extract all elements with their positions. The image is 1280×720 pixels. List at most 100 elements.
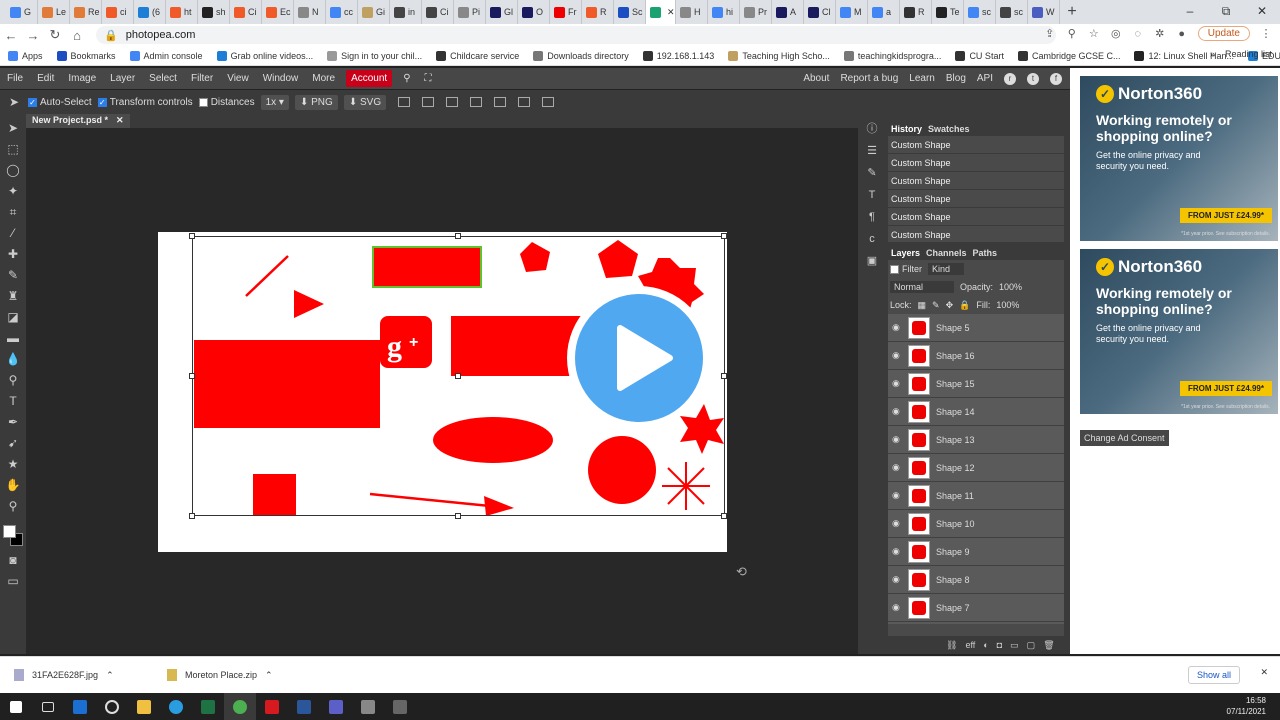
zoom-tool-icon[interactable]: ⚲ <box>5 498 21 514</box>
layer-row[interactable]: ◉ Shape 8 <box>888 566 1064 594</box>
blur-tool-icon[interactable]: 💧 <box>5 351 21 367</box>
browser-tab[interactable]: Te <box>932 0 964 24</box>
avatar[interactable]: ● <box>1176 28 1188 40</box>
tab-channels[interactable]: Channels <box>926 248 967 258</box>
layer-row[interactable]: ◉ Shape 7 <box>888 594 1064 622</box>
bookmark-item[interactable]: Bookmarks <box>56 50 116 61</box>
eye-icon[interactable]: ◉ <box>892 406 902 417</box>
norton-ad-2[interactable]: ✓ Norton360 Working remotely or shopping … <box>1080 249 1278 414</box>
extension-icon-2[interactable]: ◌ <box>1132 28 1144 40</box>
browser-tab[interactable]: Pr <box>740 0 772 24</box>
excel-icon[interactable] <box>192 693 224 720</box>
gradient-tool-icon[interactable]: ▬ <box>5 330 21 346</box>
move-tool-icon[interactable]: ➤ <box>5 120 21 136</box>
tab-paths[interactable]: Paths <box>973 248 998 258</box>
transform-handle[interactable] <box>189 233 195 239</box>
mask-icon[interactable]: ◘ <box>997 640 1002 651</box>
teams-icon[interactable] <box>320 693 352 720</box>
reload-icon[interactable]: ↻ <box>44 27 66 43</box>
layer-row[interactable]: ◉ Shape 9 <box>888 538 1064 566</box>
marquee-tool-icon[interactable]: ⬚ <box>5 141 21 157</box>
tab-swatches[interactable]: Swatches <box>928 124 970 134</box>
browser-tab[interactable]: a <box>868 0 900 24</box>
chrome-icon[interactable] <box>224 693 256 720</box>
forward-icon[interactable]: → <box>22 28 44 43</box>
browser-tab[interactable]: Re <box>70 0 102 24</box>
system-clock[interactable]: 16:58 07/11/2021 <box>1227 695 1266 717</box>
history-item[interactable]: Custom Shape <box>888 154 1064 172</box>
shape-tool-icon[interactable]: ★ <box>5 456 21 472</box>
fill-value[interactable]: 100% <box>996 300 1019 310</box>
browser-tab[interactable]: Ci <box>422 0 454 24</box>
norton-ad-1[interactable]: ✓ Norton360 Working remotely or shopping … <box>1080 76 1278 241</box>
eye-icon[interactable]: ◉ <box>892 490 902 501</box>
browser-tab[interactable]: hi <box>708 0 740 24</box>
restore-button[interactable]: ⧉ <box>1208 0 1244 24</box>
menu-item-edit[interactable]: Edit <box>30 68 61 89</box>
menu-item-filter[interactable]: Filter <box>184 68 220 89</box>
history-item[interactable]: Custom Shape <box>888 190 1064 208</box>
download-item[interactable]: 31FA2E628F.jpg ⌃ <box>14 669 139 681</box>
extension-icon[interactable]: ◎ <box>1110 28 1122 40</box>
bookmark-star-icon[interactable]: ☆ <box>1088 28 1100 40</box>
puzzle-icon[interactable]: ✲ <box>1154 28 1166 40</box>
windows-start-icon[interactable] <box>0 693 32 720</box>
transform-handle[interactable] <box>721 373 727 379</box>
browser-tab[interactable]: H <box>676 0 708 24</box>
dodge-tool-icon[interactable]: ⚲ <box>5 372 21 388</box>
layer-row[interactable]: ◉ Shape 12 <box>888 454 1064 482</box>
browser-tab[interactable]: sc <box>996 0 1028 24</box>
bookmark-item[interactable]: Admin console <box>129 50 203 61</box>
browser-tab[interactable]: ci <box>102 0 134 24</box>
outlook-icon[interactable] <box>64 693 96 720</box>
browser-tab[interactable]: W <box>1028 0 1060 24</box>
file-explorer-icon[interactable] <box>128 693 160 720</box>
layer-row[interactable]: ◉ Shape 14 <box>888 398 1064 426</box>
update-button[interactable]: Update <box>1197 26 1250 41</box>
layer-row[interactable]: ◉ Shape 11 <box>888 482 1064 510</box>
url-bar[interactable]: 🔒 photopea.com <box>96 26 1056 44</box>
menu-report-bug[interactable]: Report a bug <box>840 73 898 84</box>
brush-settings-icon[interactable]: ✎ <box>865 166 879 180</box>
menu-item-image[interactable]: Image <box>61 68 103 89</box>
hand-tool-icon[interactable]: ✋ <box>5 477 21 493</box>
browser-tab[interactable]: Ci <box>230 0 262 24</box>
browser-tab[interactable]: Gl <box>486 0 518 24</box>
bookmark-item[interactable]: CU Start <box>955 50 1004 61</box>
folder-icon[interactable]: ▭ <box>1010 640 1019 651</box>
eye-icon[interactable]: ◉ <box>892 546 902 557</box>
layer-row[interactable]: ◉ Shape 16 <box>888 342 1064 370</box>
lock-paint-icon[interactable]: ✎ <box>932 300 940 311</box>
menu-item-select[interactable]: Select <box>142 68 184 89</box>
eye-icon[interactable]: ◉ <box>892 350 902 361</box>
task-view-icon[interactable] <box>32 693 64 720</box>
chevron-up-icon[interactable]: ⌃ <box>106 670 114 681</box>
bookmark-item[interactable]: Cambridge GCSE C... <box>1017 50 1120 61</box>
tab-history[interactable]: History <box>891 124 922 134</box>
bookmark-item[interactable]: Childcare service <box>436 50 519 61</box>
transform-controls-checkbox[interactable]: ✓ Transform controls <box>97 97 193 108</box>
screen-mode-icon[interactable]: ▭ <box>5 573 21 589</box>
word-icon[interactable] <box>288 693 320 720</box>
menu-api[interactable]: API <box>977 73 993 84</box>
bookmark-item[interactable]: Teaching High Scho... <box>728 50 830 61</box>
blend-mode-select[interactable]: Normal <box>890 281 954 293</box>
minimize-button[interactable]: – <box>1172 0 1208 24</box>
transform-bounding-box[interactable] <box>189 233 727 519</box>
browser-tab[interactable]: Fr <box>550 0 582 24</box>
transform-handle[interactable] <box>455 233 461 239</box>
browser-tab[interactable]: ht <box>166 0 198 24</box>
pen-tool-icon[interactable]: ✒ <box>5 414 21 430</box>
eye-icon[interactable]: ◉ <box>892 378 902 389</box>
browser-tab[interactable]: Pi <box>454 0 486 24</box>
layer-row[interactable]: ◉ Shape 13 <box>888 426 1064 454</box>
history-item[interactable]: Custom Shape <box>888 172 1064 190</box>
close-window-button[interactable]: ✕ <box>1244 0 1280 24</box>
document-canvas[interactable]: g + <box>158 232 727 552</box>
browser-tab[interactable]: sh <box>198 0 230 24</box>
close-tab-icon[interactable]: ✕ <box>667 7 675 18</box>
layer-row[interactable]: ◉ Shape 10 <box>888 510 1064 538</box>
transform-handle[interactable] <box>455 513 461 519</box>
crop-tool-icon[interactable]: ⌗ <box>5 204 21 220</box>
browser-tab[interactable]: N <box>294 0 326 24</box>
